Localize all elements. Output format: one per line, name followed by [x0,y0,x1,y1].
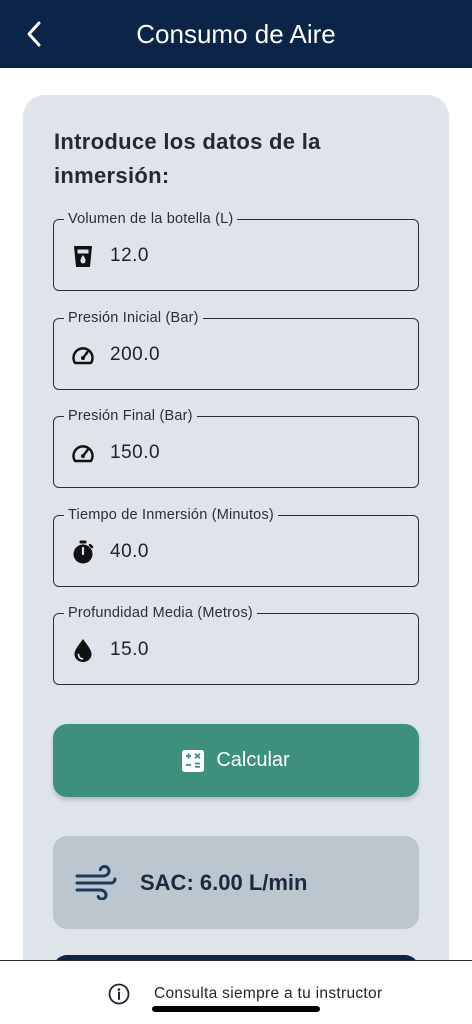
back-button[interactable] [18,14,50,54]
sac-result-panel: SAC: 6.00 L/min [53,836,419,929]
final-pressure-field[interactable]: Presión Final (Bar) [53,407,419,488]
cup-icon [74,246,92,267]
average-depth-field[interactable]: Profundidad Media (Metros) [53,604,419,685]
sac-result-text: SAC: 6.00 L/min [140,870,308,895]
gauge-icon [72,445,94,463]
water-drop-icon [74,639,92,662]
home-indicator[interactable] [152,1006,320,1012]
info-icon [108,983,130,1005]
timer-icon [73,540,94,564]
final-pressure-label: Presión Final (Bar) [64,407,197,425]
initial-pressure-field[interactable]: Presión Inicial (Bar) [53,309,419,390]
dive-time-field[interactable]: Tiempo de Inmersión (Minutos) [53,506,419,587]
wind-icon [75,864,117,900]
calculator-icon [182,749,205,772]
final-pressure-input[interactable] [110,435,400,471]
footer-bar: Consulta siempre a tu instructor [0,960,472,1024]
initial-pressure-input[interactable] [110,337,400,373]
dive-time-input[interactable] [110,534,400,570]
average-depth-input[interactable] [110,632,400,668]
tank-volume-label: Volumen de la botella (L) [64,210,238,228]
page-title: Consumo de Aire [136,19,336,49]
dive-data-card: Introduce los datos de la inmersión: Vol… [23,95,449,995]
tank-volume-input[interactable] [110,238,400,274]
app-bar: Consumo de Aire [0,0,472,68]
instructor-notice: Consulta siempre a tu instructor [154,985,383,1002]
initial-pressure-label: Presión Inicial (Bar) [64,309,203,327]
form-heading: Introduce los datos de la inmersión: [54,129,321,188]
gauge-icon [72,347,94,365]
dive-time-label: Tiempo de Inmersión (Minutos) [64,506,278,524]
tank-volume-field[interactable]: Volumen de la botella (L) [53,210,419,291]
chevron-left-icon [27,21,41,47]
average-depth-label: Profundidad Media (Metros) [64,604,257,622]
calculate-label: Calcular [216,749,290,771]
calculate-button[interactable]: Calcular [53,724,419,797]
